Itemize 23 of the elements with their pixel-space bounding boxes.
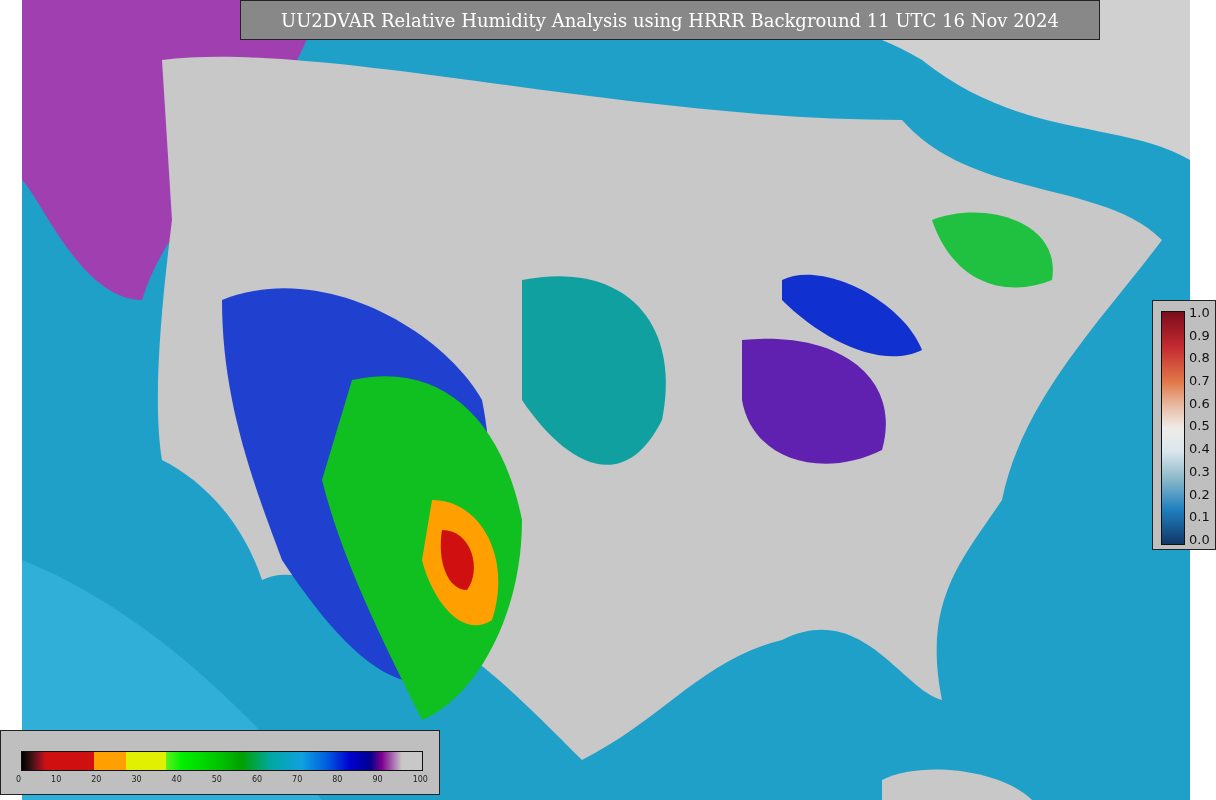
scale-label: 0.9: [1189, 327, 1210, 343]
scale-label: 0.7: [1189, 373, 1210, 389]
map-title: UU2DVAR Relative Humidity Analysis using HRRR Background 11 UTC 16 Nov 2024: [240, 0, 1100, 40]
scale-label: 10: [51, 775, 62, 784]
scale-label: 80: [332, 775, 343, 784]
scale-label: 0.2: [1189, 486, 1210, 502]
scale-label: 40: [171, 775, 182, 784]
scale-label: 60: [251, 775, 263, 784]
scale-label: 90: [372, 775, 383, 784]
scale-label: 50: [211, 775, 222, 784]
scale-label: 0: [16, 775, 22, 784]
scale-label: 30: [131, 775, 142, 784]
scale-label: 100: [412, 775, 428, 784]
scale-label: 1.0: [1189, 305, 1210, 320]
scale-label: 0.4: [1189, 441, 1210, 457]
scale-label: 70: [292, 775, 303, 784]
scale-label: 0.8: [1189, 350, 1210, 366]
scale-label: 0.1: [1189, 509, 1210, 525]
scale-label: 0.6: [1189, 395, 1210, 411]
scale-label: 20: [91, 775, 102, 784]
scale-label: 0.3: [1189, 463, 1210, 479]
scale-label: 0.0: [1189, 531, 1210, 547]
scale-label: 0.5: [1189, 418, 1210, 434]
